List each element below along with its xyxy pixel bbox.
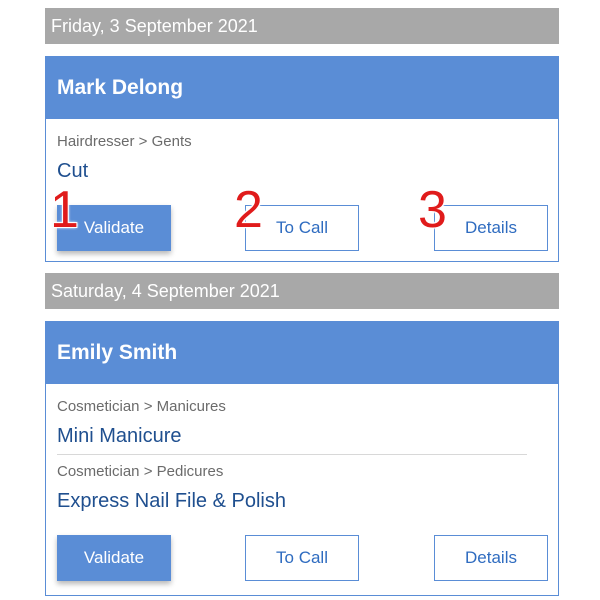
date-header: Friday, 3 September 2021 bbox=[45, 8, 559, 44]
details-button[interactable]: Details bbox=[434, 535, 548, 581]
appointment-card: Mark Delong Hairdresser > Gents Cut Vali… bbox=[45, 56, 559, 262]
service-divider bbox=[57, 454, 527, 455]
step-marker-2: 2 bbox=[234, 181, 263, 239]
client-name: Mark Delong bbox=[46, 57, 558, 119]
service-entry: Cosmetician > Manicures Mini Manicure bbox=[57, 398, 226, 447]
service-category: Cosmetician > Pedicures bbox=[57, 463, 224, 480]
client-name: Emily Smith bbox=[46, 322, 558, 384]
step-marker-1: 1 bbox=[50, 181, 79, 239]
service-name: Express Nail File & Polish bbox=[57, 490, 286, 512]
to-call-button[interactable]: To Call bbox=[245, 535, 359, 581]
service-entry: Hairdresser > Gents Cut bbox=[57, 133, 192, 182]
date-header: Saturday, 4 September 2021 bbox=[45, 273, 559, 309]
service-name: Cut bbox=[57, 160, 89, 182]
appointment-card: Emily Smith Cosmetician > Manicures Mini… bbox=[45, 321, 559, 596]
service-name: Mini Manicure bbox=[57, 425, 182, 447]
details-button[interactable]: Details bbox=[434, 205, 548, 251]
service-entry: Cosmetician > Pedicures Express Nail Fil… bbox=[57, 463, 286, 512]
validate-button[interactable]: Validate bbox=[57, 535, 171, 581]
service-category: Hairdresser > Gents bbox=[57, 133, 192, 150]
service-category: Cosmetician > Manicures bbox=[57, 398, 226, 415]
step-marker-3: 3 bbox=[418, 181, 447, 239]
